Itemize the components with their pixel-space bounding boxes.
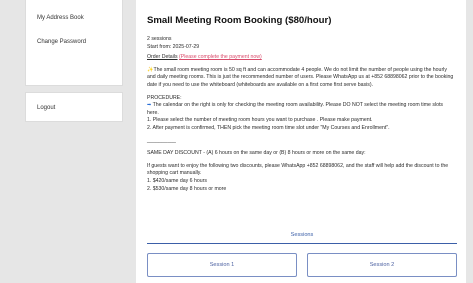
- arrow-right-icon: ➡: [147, 102, 152, 109]
- tab-sessions[interactable]: Sessions: [147, 232, 457, 244]
- order-details-label: Order Details: [147, 54, 178, 61]
- product-panel: Small Meeting Room Booking ($80/hour) 2 …: [136, 0, 466, 283]
- procedure-step-1: 1. Please select the number of meeting r…: [147, 117, 373, 124]
- discount-item-2: 2. $530/same day 8 hours or more: [147, 185, 227, 192]
- sessions-count: 2 sessions: [147, 36, 172, 42]
- discount-item-1: 1. $420/same day 6 hours: [147, 177, 207, 184]
- session-list: Session 1 Session 2: [147, 253, 457, 277]
- procedure-step-2: 2. After payment is confirmed, THEN pick…: [147, 124, 390, 131]
- page-title: Small Meeting Room Booking ($80/hour): [147, 15, 332, 26]
- session-2-button[interactable]: Session 2: [307, 253, 457, 277]
- sidebar: My Address Book Change Password Logout: [25, 0, 123, 122]
- start-date: Start from: 2025-07-29: [147, 43, 200, 50]
- procedure-title: PROCEDURE:: [147, 94, 182, 101]
- procedure-note: ➡ The calendar on the right is only for …: [147, 102, 455, 117]
- sidebar-menu: My Address Book Change Password: [25, 0, 123, 86]
- discount-description: If guests want to enjoy the following tw…: [147, 162, 449, 177]
- logout-button[interactable]: Logout: [26, 93, 122, 114]
- logout-card: Logout: [25, 92, 123, 122]
- discount-title: SAME DAY DISCOUNT - (A) 6 hours on the s…: [147, 150, 366, 157]
- order-details: Order Details (Please complete the payme…: [147, 54, 455, 62]
- complete-payment-link[interactable]: (Please complete the payment now): [179, 54, 262, 60]
- procedure-note-text: The calendar on the right is only for ch…: [147, 102, 444, 116]
- session-1-button[interactable]: Session 1: [147, 253, 297, 277]
- sidebar-item-change-password[interactable]: Change Password: [26, 36, 122, 48]
- divider-text: __________: [147, 137, 176, 144]
- sidebar-item-address-book[interactable]: My Address Book: [26, 12, 122, 24]
- sessions-section: Sessions Session 1 Session 2: [147, 232, 457, 277]
- intro-body: The small room meeting room is 50 sq ft …: [147, 66, 454, 88]
- intro-text: ✨The small room meeting room is 50 sq ft…: [147, 67, 455, 90]
